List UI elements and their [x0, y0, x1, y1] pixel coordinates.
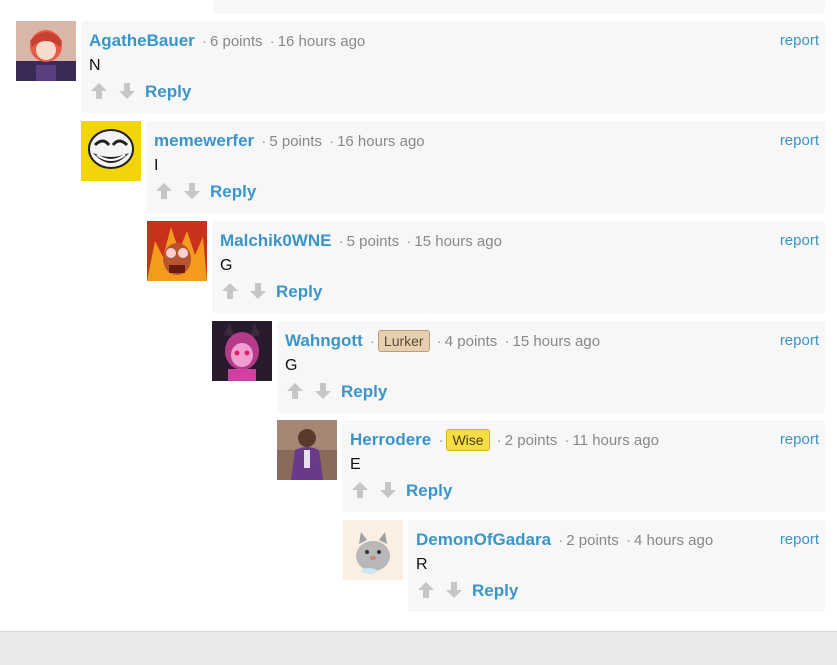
avatar[interactable]	[212, 321, 272, 381]
comment-text: G	[220, 257, 233, 274]
separator: ·	[369, 333, 375, 350]
separator: ·	[504, 333, 510, 350]
avatar[interactable]	[81, 121, 141, 181]
timestamp[interactable]: 15 hours ago	[512, 333, 600, 350]
reply-button[interactable]: Reply	[210, 182, 256, 202]
comment-meta: Wahngott · Lurker · 4 points · 15 hours ago	[285, 330, 600, 352]
reply-button[interactable]: Reply	[406, 481, 452, 501]
comment-meta: AgatheBauer · 6 points · 16 hours ago	[89, 31, 365, 51]
report-link[interactable]: report	[780, 232, 819, 249]
timestamp[interactable]: 16 hours ago	[278, 33, 366, 50]
username-link[interactable]: memewerfer	[154, 131, 254, 150]
downvote-arrow-icon[interactable]	[444, 580, 464, 600]
comment-meta: DemonOfGadara · 2 points · 4 hours ago	[416, 530, 713, 550]
comment: Herrodere · Wise · 2 points · 11 hours ago …	[277, 420, 825, 512]
comment-text: I	[154, 157, 159, 174]
username-link[interactable]: DemonOfGadara	[416, 530, 551, 549]
reply-button[interactable]: Reply	[276, 282, 322, 302]
upvote-arrow-icon[interactable]	[350, 480, 370, 500]
wise-badge: Wise	[446, 429, 490, 451]
comment-box: Herrodere · Wise · 2 points · 11 hours ago …	[342, 420, 825, 512]
avatar[interactable]	[277, 420, 337, 480]
comment: Wahngott · Lurker · 4 points · 15 hours ago…	[212, 321, 825, 413]
separator: ·	[338, 233, 344, 250]
separator: ·	[436, 333, 442, 350]
comment: Malchik0WNE · 5 points · 15 hours ago repo…	[147, 221, 825, 313]
separator: ·	[329, 133, 335, 150]
comment: AgatheBauer · 6 points · 16 hours ago repo…	[16, 21, 825, 113]
points: 5 points	[269, 133, 322, 150]
reply-button[interactable]: Reply	[472, 581, 518, 601]
upvote-arrow-icon[interactable]	[416, 580, 436, 600]
report-link[interactable]: report	[780, 32, 819, 49]
comment-box: DemonOfGadara · 2 points · 4 hours ago rep…	[408, 520, 825, 612]
report-link[interactable]: report	[780, 531, 819, 548]
comment-meta: memewerfer · 5 points · 16 hours ago	[154, 131, 425, 151]
username-link[interactable]: Wahngott	[285, 331, 363, 350]
separator: ·	[201, 33, 207, 50]
comment: memewerfer · 5 points · 16 hours ago repor…	[81, 121, 825, 213]
comment: DemonOfGadara · 2 points · 4 hours ago rep…	[343, 520, 825, 612]
report-link[interactable]: report	[780, 132, 819, 149]
avatar[interactable]	[16, 21, 76, 81]
previous-comment-box	[213, 0, 825, 14]
timestamp[interactable]: 16 hours ago	[337, 133, 425, 150]
reply-button[interactable]: Reply	[341, 382, 387, 402]
avatar[interactable]	[147, 221, 207, 281]
upvote-arrow-icon[interactable]	[285, 381, 305, 401]
separator: ·	[564, 432, 570, 449]
downvote-arrow-icon[interactable]	[248, 281, 268, 301]
separator: ·	[261, 133, 267, 150]
username-link[interactable]: Malchik0WNE	[220, 231, 331, 250]
points: 6 points	[209, 33, 263, 50]
comment-box: memewerfer · 5 points · 16 hours ago repor…	[146, 121, 825, 213]
timestamp[interactable]: 4 hours ago	[634, 532, 713, 549]
separator: ·	[269, 33, 275, 50]
comment-text: E	[350, 456, 361, 473]
points: 4 points	[444, 333, 498, 350]
avatar[interactable]	[343, 520, 403, 580]
timestamp[interactable]: 11 hours ago	[572, 432, 658, 449]
comment-box: AgatheBauer · 6 points · 16 hours ago repo…	[81, 21, 825, 113]
timestamp[interactable]: 15 hours ago	[414, 233, 502, 250]
upvote-arrow-icon[interactable]	[220, 281, 240, 301]
separator: ·	[496, 432, 502, 449]
comment-text: R	[416, 556, 428, 573]
username-link[interactable]: AgatheBauer	[89, 31, 195, 50]
downvote-arrow-icon[interactable]	[378, 480, 398, 500]
lurker-badge: Lurker	[377, 330, 430, 352]
downvote-arrow-icon[interactable]	[182, 181, 202, 201]
points: 2 points	[566, 532, 619, 549]
separator: ·	[625, 532, 631, 549]
points: 2 points	[504, 432, 558, 449]
username-link[interactable]: Herrodere	[350, 430, 431, 449]
comment-meta: Malchik0WNE · 5 points · 15 hours ago	[220, 231, 502, 251]
comment-box: Wahngott · Lurker · 4 points · 15 hours ago…	[277, 321, 825, 413]
downvote-arrow-icon[interactable]	[313, 381, 333, 401]
points: 5 points	[346, 233, 400, 250]
separator: ·	[438, 432, 444, 449]
downvote-arrow-icon[interactable]	[117, 81, 137, 101]
upvote-arrow-icon[interactable]	[89, 81, 109, 101]
separator: ·	[558, 532, 564, 549]
comment-text: N	[89, 57, 101, 74]
upvote-arrow-icon[interactable]	[154, 181, 174, 201]
comment-box: Malchik0WNE · 5 points · 15 hours ago repo…	[212, 221, 825, 313]
page-footer	[0, 631, 837, 665]
report-link[interactable]: report	[780, 332, 819, 349]
comment-meta: Herrodere · Wise · 2 points · 11 hours ago	[350, 429, 659, 451]
comment-text: G	[285, 357, 298, 374]
separator: ·	[406, 233, 412, 250]
reply-button[interactable]: Reply	[145, 82, 191, 102]
report-link[interactable]: report	[780, 431, 819, 448]
